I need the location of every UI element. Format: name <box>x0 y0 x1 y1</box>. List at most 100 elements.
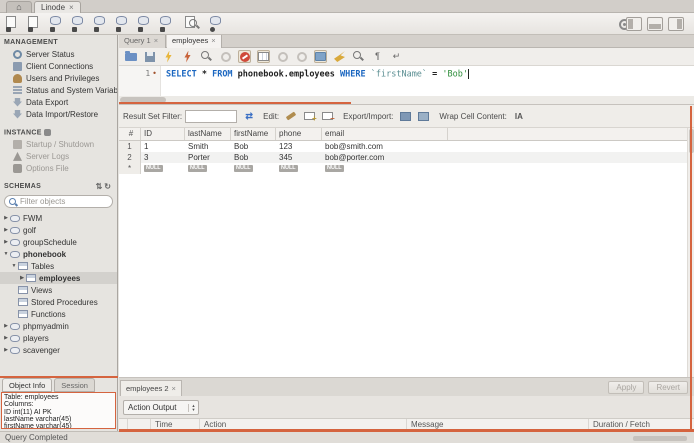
stop-on-error-toggle-icon[interactable] <box>238 50 251 63</box>
import-icon[interactable] <box>417 110 429 122</box>
delete-row-icon[interactable] <box>321 110 335 123</box>
chevron-down-icon[interactable]: ▼ <box>10 263 18 269</box>
cell-firstname[interactable]: Bob <box>231 141 276 152</box>
execute-current-icon[interactable] <box>181 50 194 63</box>
column-header-id[interactable]: ID <box>141 128 185 140</box>
sql-code-editor[interactable]: 1 • SELECT * FROM phonebook.employees WHE… <box>119 66 694 96</box>
tree-item-groupschedule[interactable]: ▶ groupSchedule <box>0 236 117 248</box>
add-row-icon[interactable] <box>303 110 317 123</box>
chevron-right-icon[interactable]: ▶ <box>2 335 10 341</box>
sidebar-item-options-file[interactable]: Options File <box>0 162 117 174</box>
close-icon[interactable]: × <box>69 3 74 12</box>
export-icon[interactable] <box>399 110 411 122</box>
tab-employees[interactable]: employees × <box>167 35 222 48</box>
schema-filter[interactable]: Filter objects <box>4 195 113 209</box>
output-type-select[interactable]: Action Output ▲ ▼ <box>123 400 199 415</box>
autocommit-toggle-icon[interactable] <box>314 50 327 63</box>
cell-phone[interactable]: 345 <box>276 152 322 163</box>
cell-email[interactable]: bob@smith.com <box>322 141 448 152</box>
new-table-icon[interactable] <box>72 16 88 32</box>
close-icon[interactable]: × <box>211 36 215 45</box>
close-icon[interactable]: × <box>172 384 176 393</box>
column-header-lastname[interactable]: lastName <box>185 128 231 140</box>
toggle-left-panel-button[interactable] <box>626 17 642 31</box>
tree-item-players[interactable]: ▶ players <box>0 332 117 344</box>
edit-record-icon[interactable] <box>285 110 297 122</box>
open-file-icon[interactable] <box>124 50 137 63</box>
execute-icon[interactable] <box>162 50 175 63</box>
table-row[interactable]: 2 3 Porter Bob 345 bob@porter.com <box>119 152 694 163</box>
new-query-tab-icon[interactable] <box>6 16 22 32</box>
cell-id[interactable]: 1 <box>141 141 185 152</box>
column-header-phone[interactable]: phone <box>276 128 322 140</box>
search-table-data-icon[interactable] <box>185 16 201 32</box>
tree-item-fwm[interactable]: ▶ FWM <box>0 212 117 224</box>
tree-item-stored-procedures[interactable]: Stored Procedures <box>0 296 117 308</box>
refresh-icon[interactable]: ↻ <box>104 182 113 191</box>
tree-item-views[interactable]: Views <box>0 284 117 296</box>
tree-item-phonebook[interactable]: ▼ phonebook <box>0 248 117 260</box>
cell-id[interactable]: 3 <box>141 152 185 163</box>
sql-statement[interactable]: SELECT * FROM phonebook.employees WHERE … <box>161 66 470 96</box>
new-schema-icon[interactable] <box>50 16 66 32</box>
bottom-hscrollbar-thumb[interactable] <box>633 436 687 441</box>
expand-icon[interactable]: ⇅ <box>96 182 105 191</box>
column-header-firstname[interactable]: firstName <box>231 128 276 140</box>
connection-tab[interactable]: Linode × <box>34 1 81 13</box>
chevron-down-icon[interactable]: ▼ <box>2 251 10 257</box>
column-header-rownum[interactable]: # <box>119 128 141 140</box>
new-row[interactable]: * NULL NULL NULL NULL NULL <box>119 163 694 174</box>
tree-item-tables[interactable]: ▼ Tables <box>0 260 117 272</box>
beautify-icon[interactable] <box>333 50 346 63</box>
tree-item-scavenger[interactable]: ▶ scavenger <box>0 344 117 356</box>
sidebar-item-status-variables[interactable]: Status and System Variables <box>0 84 117 96</box>
table-row[interactable]: 1 1 Smith Bob 123 bob@smith.com <box>119 141 694 152</box>
new-procedure-icon[interactable] <box>116 16 132 32</box>
new-function-icon[interactable] <box>138 16 154 32</box>
reconnect-dbms-icon[interactable] <box>210 16 226 32</box>
find-icon[interactable] <box>352 50 365 63</box>
tree-item-employees[interactable]: ▶ employees <box>0 272 117 285</box>
sidebar-item-server-logs[interactable]: Server Logs <box>0 150 117 162</box>
toggle-bottom-panel-button[interactable] <box>647 17 663 31</box>
result-filter-input[interactable] <box>185 109 238 123</box>
spinner-icon[interactable]: ▲ ▼ <box>188 403 198 412</box>
rollback-icon[interactable] <box>295 50 308 63</box>
cell-firstname[interactable]: Bob <box>231 152 276 163</box>
chevron-right-icon[interactable]: ▶ <box>2 347 10 353</box>
explain-icon[interactable] <box>200 50 213 63</box>
close-icon[interactable]: × <box>154 36 158 45</box>
tab-session[interactable]: Session <box>54 378 95 392</box>
tab-employees-2[interactable]: employees 2 × <box>120 380 182 397</box>
tree-item-functions[interactable]: Functions <box>0 308 117 320</box>
revert-button[interactable]: Revert <box>648 381 688 394</box>
limit-rows-icon[interactable] <box>257 50 270 63</box>
cell-lastname[interactable]: Porter <box>185 152 231 163</box>
sidebar-item-server-status[interactable]: Server Status <box>0 48 117 60</box>
cell-phone[interactable]: 123 <box>276 141 322 152</box>
column-header-email[interactable]: email <box>322 128 448 140</box>
chevron-right-icon[interactable]: ▶ <box>2 323 10 329</box>
drop-object-icon[interactable] <box>160 16 176 32</box>
refresh-results-icon[interactable]: ⇄ <box>243 110 255 122</box>
sidebar-item-startup-shutdown[interactable]: Startup / Shutdown <box>0 138 117 150</box>
open-sql-script-icon[interactable] <box>28 16 44 32</box>
tab-object-info[interactable]: Object Info <box>2 378 53 392</box>
new-view-icon[interactable] <box>94 16 110 32</box>
sidebar-item-data-import[interactable]: Data Import/Restore <box>0 108 117 120</box>
save-icon[interactable] <box>143 50 156 63</box>
sidebar-item-data-export[interactable]: Data Export <box>0 96 117 108</box>
cell-lastname[interactable]: Smith <box>185 141 231 152</box>
show-invisibles-icon[interactable]: ¶ <box>371 50 384 63</box>
sidebar-item-users-privileges[interactable]: Users and Privileges <box>0 72 117 84</box>
commit-icon[interactable] <box>276 50 289 63</box>
tree-item-golf[interactable]: ▶ golf <box>0 224 117 236</box>
chevron-right-icon[interactable]: ▶ <box>2 215 10 221</box>
wrap-text-icon[interactable]: ↵ <box>390 50 403 63</box>
tree-item-phpmyadmin[interactable]: ▶ phpmyadmin <box>0 320 117 332</box>
sidebar-item-client-connections[interactable]: Client Connections <box>0 60 117 72</box>
chevron-right-icon[interactable]: ▶ <box>2 227 10 233</box>
toggle-right-panel-button[interactable] <box>668 17 684 31</box>
tab-query1[interactable]: Query 1 × <box>119 35 166 48</box>
chevron-right-icon[interactable]: ▶ <box>18 275 26 281</box>
